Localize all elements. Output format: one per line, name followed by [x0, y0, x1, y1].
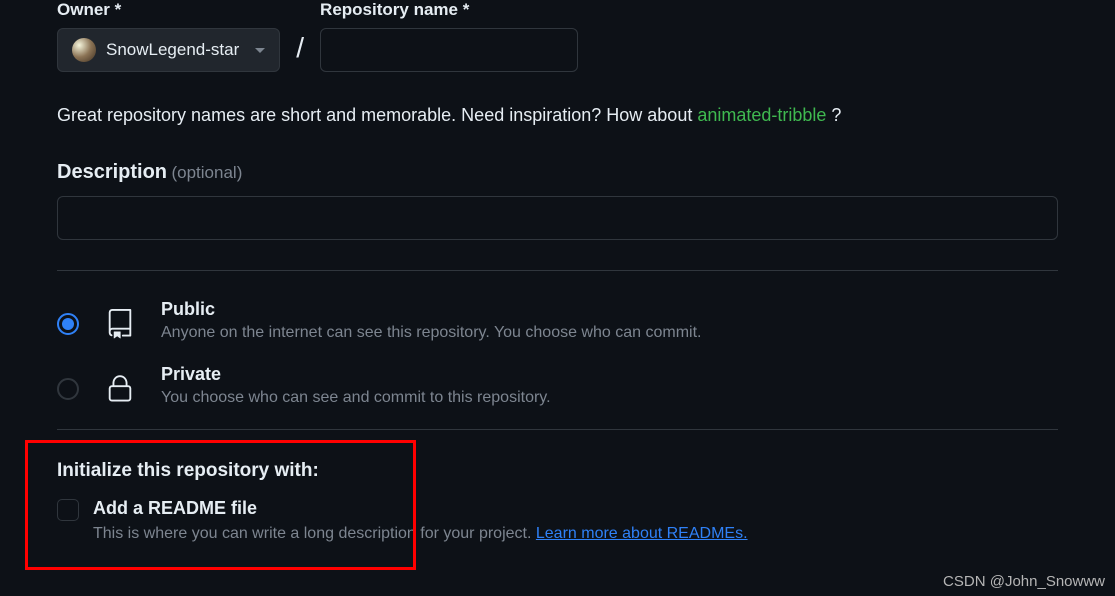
- visibility-private-option[interactable]: Private You choose who can see and commi…: [57, 364, 1058, 407]
- description-section: Description (optional): [57, 161, 1058, 240]
- owner-group: Owner * SnowLegend-star: [57, 0, 280, 72]
- init-title: Initialize this repository with:: [57, 460, 1058, 482]
- owner-label: Owner *: [57, 0, 280, 20]
- divider: [57, 429, 1058, 430]
- private-title: Private: [161, 364, 1058, 385]
- readme-desc: This is where you can write a long descr…: [93, 525, 1058, 543]
- slash-separator: /: [296, 32, 304, 64]
- description-label: Description: [57, 161, 167, 183]
- repo-name-input[interactable]: [320, 28, 578, 72]
- init-section: Initialize this repository with: Add a R…: [57, 460, 1058, 543]
- avatar: [72, 38, 96, 62]
- description-input[interactable]: [57, 196, 1058, 240]
- public-content: Public Anyone on the internet can see th…: [161, 299, 1058, 342]
- readme-desc-text: This is where you can write a long descr…: [93, 525, 536, 542]
- description-optional: (optional): [171, 163, 242, 182]
- readme-option[interactable]: Add a README file This is where you can …: [57, 498, 1058, 543]
- radio-private[interactable]: [57, 378, 79, 400]
- owner-name: SnowLegend-star: [106, 40, 239, 60]
- public-desc: Anyone on the internet can see this repo…: [161, 324, 1058, 342]
- suggestion-link[interactable]: animated-tribble: [697, 105, 826, 125]
- hint-prefix: Great repository names are short and mem…: [57, 105, 697, 125]
- readme-content: Add a README file This is where you can …: [93, 498, 1058, 543]
- private-content: Private You choose who can see and commi…: [161, 364, 1058, 407]
- public-title: Public: [161, 299, 1058, 320]
- visibility-public-option[interactable]: Public Anyone on the internet can see th…: [57, 299, 1058, 342]
- repo-name-group: Repository name *: [320, 0, 578, 72]
- watermark: CSDN @John_Snowww: [943, 573, 1105, 590]
- hint-text: Great repository names are short and mem…: [57, 102, 1058, 129]
- radio-public[interactable]: [57, 313, 79, 335]
- repo-name-label: Repository name *: [320, 0, 578, 20]
- hint-suffix: ?: [826, 105, 841, 125]
- divider: [57, 270, 1058, 271]
- owner-select[interactable]: SnowLegend-star: [57, 28, 280, 72]
- visibility-section: Public Anyone on the internet can see th…: [57, 299, 1058, 407]
- chevron-down-icon: [255, 48, 265, 53]
- lock-icon: [105, 374, 135, 404]
- readme-learn-link[interactable]: Learn more about READMEs.: [536, 525, 748, 542]
- readme-checkbox[interactable]: [57, 499, 79, 521]
- readme-label: Add a README file: [93, 498, 1058, 519]
- repo-icon: [105, 309, 135, 339]
- private-desc: You choose who can see and commit to thi…: [161, 389, 1058, 407]
